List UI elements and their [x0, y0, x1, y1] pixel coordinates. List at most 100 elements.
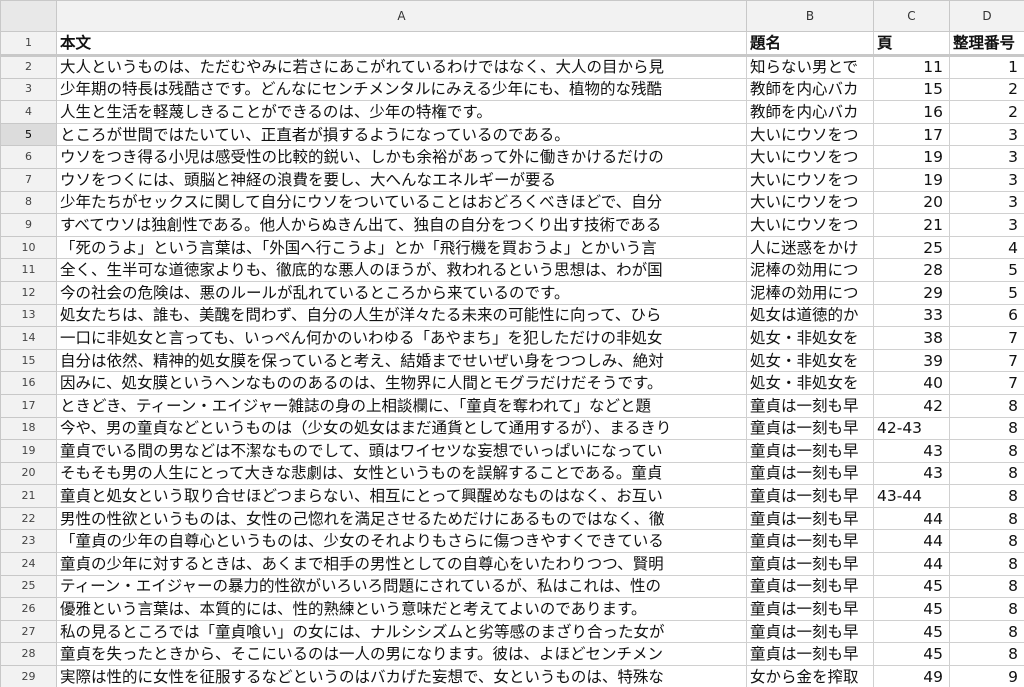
row-number[interactable]: 3	[0, 77, 57, 102]
cell-text[interactable]: そもそも男の人生にとって大きな悲劇は、女性というものを誤解することである。童貞	[56, 461, 747, 486]
cell-id[interactable]: 3	[949, 145, 1024, 169]
cell-page[interactable]: 49	[873, 665, 950, 687]
cell-id[interactable]: 8	[949, 597, 1024, 621]
row-number[interactable]: 7	[0, 167, 57, 192]
cell-text[interactable]: 優雅という言葉は、本質的には、性的熟練という意味だと考えてよいのであります。	[56, 597, 747, 621]
cell-id[interactable]: 6	[949, 303, 1024, 328]
cell-title[interactable]: 童貞は一刻も早	[746, 439, 874, 463]
row-number[interactable]: 20	[0, 461, 57, 486]
row-number[interactable]: 2	[0, 55, 57, 79]
cell-page[interactable]: 16	[873, 100, 950, 124]
cell-text[interactable]: 童貞を失ったときから、そこにいるのは一人の男になります。彼は、よほどセンチメン	[56, 642, 747, 667]
cell-text[interactable]: ときどき、ティーン・エイジャー雑誌の身の上相談欄に、「童貞を奪われて」などと題	[56, 393, 747, 418]
select-all-corner[interactable]	[0, 0, 57, 32]
cell-title[interactable]: 童貞は一刻も早	[746, 642, 874, 667]
cell-title[interactable]: 大いにウソをつ	[746, 190, 874, 215]
cell-page[interactable]: 43-44	[873, 484, 950, 508]
header-cell-id[interactable]: 整理番号	[949, 31, 1024, 56]
cell-page[interactable]: 39	[873, 348, 950, 373]
cell-page[interactable]: 29	[873, 280, 950, 305]
cell-id[interactable]: 8	[949, 416, 1024, 441]
row-number[interactable]: 14	[0, 326, 57, 350]
cell-title[interactable]: 童貞は一刻も早	[746, 529, 874, 554]
cell-title[interactable]: 大いにウソをつ	[746, 122, 874, 147]
cell-page[interactable]: 40	[873, 371, 950, 395]
cell-title[interactable]: 童貞は一刻も早	[746, 416, 874, 441]
cell-text[interactable]: 処女たちは、誰も、美醜を問わず、自分の人生が洋々たる未来の可能性に向って、ひら	[56, 303, 747, 328]
cell-id[interactable]: 3	[949, 190, 1024, 215]
cell-id[interactable]: 8	[949, 619, 1024, 644]
row-number[interactable]: 10	[0, 235, 57, 260]
cell-title[interactable]: 人に迷惑をかけ	[746, 235, 874, 260]
cell-title[interactable]: 教師を内心バカ	[746, 77, 874, 102]
row-number[interactable]: 22	[0, 506, 57, 531]
cell-id[interactable]: 8	[949, 642, 1024, 667]
cell-page[interactable]: 45	[873, 574, 950, 599]
row-number[interactable]: 11	[0, 258, 57, 282]
cell-page[interactable]: 42	[873, 393, 950, 418]
row-number[interactable]: 21	[0, 484, 57, 508]
row-number[interactable]: 12	[0, 280, 57, 305]
cell-text[interactable]: 実際は性的に女性を征服するなどというのはバカげた妄想で、女というものは、特殊な	[56, 665, 747, 687]
cell-text[interactable]: 一口に非処女と言っても、いっぺん何かのいわゆる「あやまち」を犯しただけの非処女	[56, 326, 747, 350]
cell-title[interactable]: 処女・非処女を	[746, 371, 874, 395]
header-cell-page[interactable]: 頁	[873, 31, 950, 56]
cell-title[interactable]: 知らない男とで	[746, 55, 874, 79]
row-number[interactable]: 25	[0, 574, 57, 599]
cell-id[interactable]: 5	[949, 280, 1024, 305]
row-number[interactable]: 27	[0, 619, 57, 644]
row-number[interactable]: 8	[0, 190, 57, 215]
row-number[interactable]: 9	[0, 213, 57, 237]
cell-text[interactable]: 今の社会の危険は、悪のルールが乱れているところから来ているのです。	[56, 280, 747, 305]
cell-page[interactable]: 25	[873, 235, 950, 260]
cell-page[interactable]: 28	[873, 258, 950, 282]
cell-id[interactable]: 8	[949, 574, 1024, 599]
cell-text[interactable]: 人生と生活を軽蔑しきることができるのは、少年の特権です。	[56, 100, 747, 124]
cell-text[interactable]: 「童貞の少年の自尊心というものは、少女のそれよりもさらに傷つきやすくできている	[56, 529, 747, 554]
cell-page[interactable]: 17	[873, 122, 950, 147]
cell-title[interactable]: 童貞は一刻も早	[746, 484, 874, 508]
cell-page[interactable]: 21	[873, 213, 950, 237]
cell-id[interactable]: 7	[949, 348, 1024, 373]
cell-id[interactable]: 7	[949, 326, 1024, 350]
cell-text[interactable]: 童貞と処女という取り合せほどつまらない、相互にとって興醒めなものはなく、お互い	[56, 484, 747, 508]
cell-text[interactable]: 因みに、処女膜というヘンなもののあるのは、生物界に人間とモグラだけだそうです。	[56, 371, 747, 395]
cell-id[interactable]: 3	[949, 122, 1024, 147]
cell-title[interactable]: 童貞は一刻も早	[746, 552, 874, 576]
cell-text[interactable]: 童貞の少年に対するときは、あくまで相手の男性としての自尊心をいたわりつつ、賢明	[56, 552, 747, 576]
header-cell-text[interactable]: 本文	[56, 31, 747, 56]
column-header-d[interactable]: D	[949, 0, 1024, 32]
cell-page[interactable]: 45	[873, 642, 950, 667]
cell-id[interactable]: 8	[949, 506, 1024, 531]
row-number[interactable]: 4	[0, 100, 57, 124]
cell-title[interactable]: 処女は道徳的か	[746, 303, 874, 328]
cell-title[interactable]: 大いにウソをつ	[746, 213, 874, 237]
cell-page[interactable]: 15	[873, 77, 950, 102]
cell-title[interactable]: 童貞は一刻も早	[746, 461, 874, 486]
row-number[interactable]: 19	[0, 439, 57, 463]
cell-page[interactable]: 42-43	[873, 416, 950, 441]
column-header-b[interactable]: B	[746, 0, 874, 32]
cell-title[interactable]: 女から金を搾取	[746, 665, 874, 687]
cell-page[interactable]: 44	[873, 552, 950, 576]
row-number[interactable]: 1	[0, 31, 57, 56]
row-number[interactable]: 23	[0, 529, 57, 554]
cell-text[interactable]: ウソをつくには、頭脳と神経の浪費を要し、大へんなエネルギーが要る	[56, 167, 747, 192]
row-number[interactable]: 29	[0, 665, 57, 687]
row-number[interactable]: 28	[0, 642, 57, 667]
cell-title[interactable]: 童貞は一刻も早	[746, 506, 874, 531]
cell-id[interactable]: 8	[949, 461, 1024, 486]
cell-id[interactable]: 7	[949, 371, 1024, 395]
cell-id[interactable]: 3	[949, 213, 1024, 237]
row-number[interactable]: 18	[0, 416, 57, 441]
cell-id[interactable]: 8	[949, 439, 1024, 463]
cell-id[interactable]: 2	[949, 77, 1024, 102]
cell-id[interactable]: 1	[949, 55, 1024, 79]
cell-id[interactable]: 8	[949, 529, 1024, 554]
row-number[interactable]: 24	[0, 552, 57, 576]
row-number[interactable]: 17	[0, 393, 57, 418]
cell-title[interactable]: 泥棒の効用につ	[746, 258, 874, 282]
cell-text[interactable]: 少年たちがセックスに関して自分にウソをついていることはおどろくべきほどで、自分	[56, 190, 747, 215]
cell-text[interactable]: 少年期の特長は残酷さです。どんなにセンチメンタルにみえる少年にも、植物的な残酷	[56, 77, 747, 102]
cell-id[interactable]: 8	[949, 484, 1024, 508]
